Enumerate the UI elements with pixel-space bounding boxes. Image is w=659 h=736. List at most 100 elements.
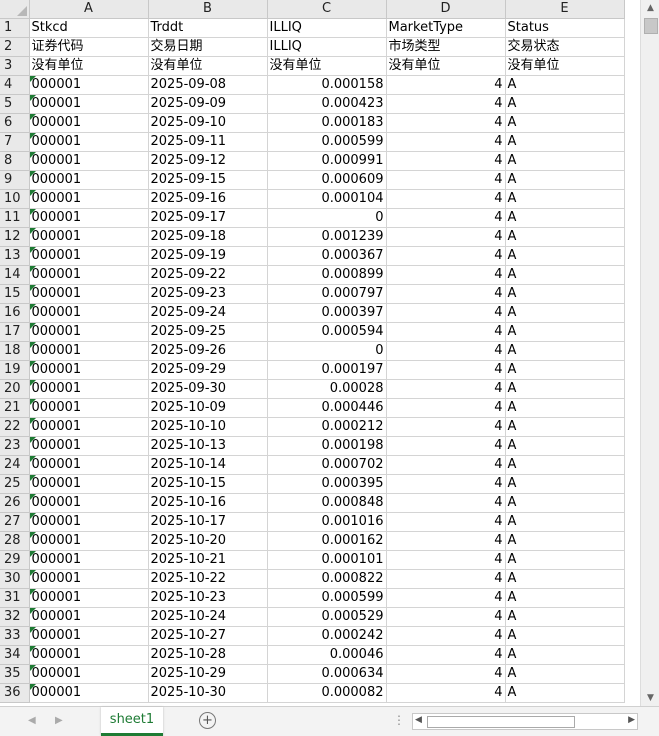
cell[interactable]: A [505, 170, 625, 190]
cell[interactable]: 4 [386, 455, 506, 475]
cell[interactable]: 0 [267, 341, 387, 361]
cell[interactable]: 0.000397 [267, 303, 387, 323]
cell[interactable]: 0.000991 [267, 151, 387, 171]
cell[interactable]: 0.000899 [267, 265, 387, 285]
cell[interactable]: 没有单位 [267, 56, 387, 76]
cell[interactable]: 000001 [29, 607, 149, 627]
cell[interactable]: 0.000848 [267, 493, 387, 513]
cell[interactable]: A [505, 284, 625, 304]
cell[interactable]: 2025-09-18 [148, 227, 268, 247]
cell[interactable]: 2025-10-17 [148, 512, 268, 532]
cell[interactable]: 2025-10-15 [148, 474, 268, 494]
cell[interactable]: ILLIQ [267, 37, 387, 57]
cell[interactable]: 0.000797 [267, 284, 387, 304]
cell[interactable]: 0.00046 [267, 645, 387, 665]
cell[interactable]: A [505, 398, 625, 418]
cell[interactable]: 4 [386, 341, 506, 361]
row-header[interactable]: 2 [0, 37, 30, 57]
cell[interactable]: A [505, 227, 625, 247]
cell[interactable]: 4 [386, 474, 506, 494]
row-header[interactable]: 29 [0, 550, 30, 570]
cell[interactable]: 2025-10-21 [148, 550, 268, 570]
cell[interactable]: A [505, 512, 625, 532]
horizontal-scrollbar[interactable]: ◀ ▶ [412, 713, 638, 730]
cell[interactable]: A [505, 113, 625, 133]
cell[interactable]: 4 [386, 132, 506, 152]
cell[interactable]: 000001 [29, 664, 149, 684]
cell[interactable]: 2025-10-30 [148, 683, 268, 703]
cell[interactable]: 2025-10-23 [148, 588, 268, 608]
cell[interactable]: 0.000634 [267, 664, 387, 684]
split-handle-icon[interactable]: ⋮ [393, 713, 405, 727]
row-header[interactable]: 19 [0, 360, 30, 380]
cell[interactable]: 000001 [29, 569, 149, 589]
cell[interactable]: 0.000529 [267, 607, 387, 627]
select-all-corner[interactable] [0, 0, 30, 19]
cell[interactable]: 2025-09-09 [148, 94, 268, 114]
cell[interactable]: 000001 [29, 94, 149, 114]
cell[interactable]: A [505, 493, 625, 513]
cell[interactable]: 4 [386, 588, 506, 608]
cell[interactable]: A [505, 588, 625, 608]
vertical-scrollbar[interactable]: ▲ ▼ [640, 0, 659, 706]
row-header[interactable]: 20 [0, 379, 30, 399]
cell[interactable]: 0.000609 [267, 170, 387, 190]
cell[interactable]: 000001 [29, 379, 149, 399]
cell[interactable]: A [505, 189, 625, 209]
cell[interactable]: 0.000101 [267, 550, 387, 570]
cell[interactable]: 2025-10-10 [148, 417, 268, 437]
row-header[interactable]: 24 [0, 455, 30, 475]
cell[interactable]: A [505, 360, 625, 380]
cell[interactable]: 没有单位 [29, 56, 149, 76]
row-header[interactable]: 1 [0, 18, 30, 38]
cell[interactable]: 4 [386, 417, 506, 437]
row-header[interactable]: 18 [0, 341, 30, 361]
row-header[interactable]: 33 [0, 626, 30, 646]
prev-sheet-icon[interactable]: ◀ [28, 715, 36, 726]
row-header[interactable]: 23 [0, 436, 30, 456]
cell[interactable]: 0.00028 [267, 379, 387, 399]
row-header[interactable]: 10 [0, 189, 30, 209]
cell[interactable]: 0.000594 [267, 322, 387, 342]
cell[interactable]: 4 [386, 303, 506, 323]
cell[interactable]: 000001 [29, 227, 149, 247]
cell[interactable]: 0.000158 [267, 75, 387, 95]
cell[interactable]: A [505, 531, 625, 551]
cell[interactable]: 2025-09-25 [148, 322, 268, 342]
row-header[interactable]: 12 [0, 227, 30, 247]
cell[interactable]: 000001 [29, 683, 149, 703]
cell[interactable]: 000001 [29, 113, 149, 133]
cell[interactable]: 2025-09-19 [148, 246, 268, 266]
cell[interactable]: 000001 [29, 208, 149, 228]
cell[interactable]: 0.000082 [267, 683, 387, 703]
cell[interactable]: 4 [386, 398, 506, 418]
cell[interactable]: 000001 [29, 303, 149, 323]
row-header[interactable]: 6 [0, 113, 30, 133]
cell[interactable]: 2025-09-11 [148, 132, 268, 152]
cell[interactable]: 4 [386, 94, 506, 114]
cell[interactable]: 2025-10-20 [148, 531, 268, 551]
row-header[interactable]: 9 [0, 170, 30, 190]
cell[interactable]: 0.000822 [267, 569, 387, 589]
cell[interactable]: Stkcd [29, 18, 149, 38]
cell[interactable]: 2025-09-12 [148, 151, 268, 171]
cell[interactable]: 2025-09-30 [148, 379, 268, 399]
column-header-d[interactable]: D [386, 0, 506, 19]
cell[interactable]: 0.000599 [267, 132, 387, 152]
cell[interactable]: A [505, 436, 625, 456]
scroll-right-icon[interactable]: ▶ [628, 715, 635, 725]
cell[interactable]: 4 [386, 645, 506, 665]
cell[interactable]: 000001 [29, 550, 149, 570]
cell[interactable]: 没有单位 [148, 56, 268, 76]
cell[interactable]: A [505, 322, 625, 342]
cell[interactable]: 2025-09-10 [148, 113, 268, 133]
cell[interactable]: MarketType [386, 18, 506, 38]
cell[interactable]: 2025-10-24 [148, 607, 268, 627]
row-header[interactable]: 7 [0, 132, 30, 152]
cell[interactable]: Status [505, 18, 625, 38]
cell[interactable]: 2025-09-23 [148, 284, 268, 304]
cell[interactable]: 000001 [29, 436, 149, 456]
cell[interactable]: 0 [267, 208, 387, 228]
cell[interactable]: 000001 [29, 322, 149, 342]
cell[interactable]: 4 [386, 170, 506, 190]
